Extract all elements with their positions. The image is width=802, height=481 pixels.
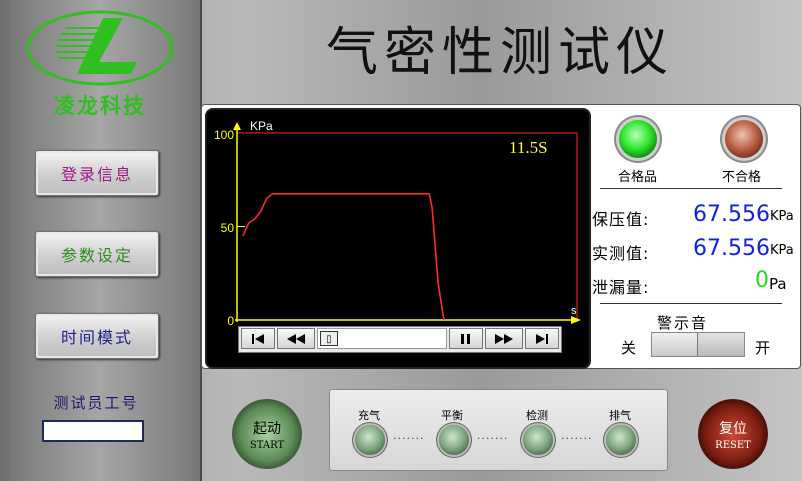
- fail-indicator-lamp: [725, 120, 763, 158]
- timeline-thumb[interactable]: ▯: [320, 331, 338, 346]
- start-label-cn: 起动: [253, 420, 281, 437]
- stage-lamp-exhaust: [606, 425, 636, 455]
- skip-back-icon: [252, 333, 264, 344]
- timeline-slider[interactable]: ▯: [317, 328, 447, 349]
- fast-forward-button[interactable]: [485, 328, 523, 349]
- alarm-on-label: 开: [755, 339, 771, 357]
- stage-lamp-detect: [523, 425, 553, 455]
- stage-label-balance: 平衡: [441, 409, 463, 422]
- fail-label: 不合格: [722, 170, 762, 185]
- pass-indicator-lamp: [619, 120, 657, 158]
- login-info-button[interactable]: 登录信息: [35, 150, 159, 196]
- start-button[interactable]: 起动 START: [232, 399, 302, 469]
- alarm-toggle-switch[interactable]: [651, 332, 745, 357]
- reset-label-en: RESET: [715, 439, 751, 451]
- measured-label: 实测值:: [592, 244, 650, 263]
- param-settings-button[interactable]: 参数设定: [35, 231, 159, 277]
- reset-label-cn: 复位: [719, 420, 747, 437]
- hold-pressure-label: 保压值:: [592, 210, 650, 229]
- playback-controls: ▯: [238, 326, 562, 353]
- sidebar: 凌龙科技 登录信息 参数设定 时间模式 测试员工号: [0, 0, 202, 481]
- y-axis-arrow: [233, 122, 241, 130]
- y-tick-label: 0: [227, 314, 234, 328]
- y-tick-label: 100: [214, 128, 234, 142]
- rewind-icon: [287, 333, 305, 344]
- x-unit-label: s: [571, 305, 577, 317]
- alarm-off-label: 关: [621, 339, 637, 357]
- fast-forward-icon: [495, 333, 513, 344]
- company-name: 凌龙科技: [54, 94, 146, 118]
- skip-forward-icon: [536, 333, 548, 344]
- measured-value: 67.556: [693, 236, 770, 261]
- start-label-en: START: [249, 439, 285, 451]
- y-unit-label: KPa: [250, 119, 273, 133]
- stage-label-exhaust: 排气: [609, 409, 631, 422]
- pass-label: 合格品: [618, 170, 658, 185]
- stage-label-fill: 充气: [358, 409, 380, 422]
- pause-button[interactable]: [449, 328, 483, 349]
- alarm-sound-title: 警示音: [657, 314, 709, 332]
- stage-connector: ·······: [561, 432, 593, 445]
- measured-unit: KPa: [770, 243, 794, 258]
- operator-id-label: 测试员工号: [53, 394, 139, 412]
- reset-button[interactable]: 复位 RESET: [698, 399, 768, 469]
- time-mode-button[interactable]: 时间模式: [35, 313, 159, 359]
- leak-amount-unit: Pa: [769, 275, 787, 293]
- pressure-series-line: [242, 192, 445, 321]
- stage-lamp-fill: [355, 425, 385, 455]
- stage-connector: ·······: [393, 432, 425, 445]
- leak-amount-label: 泄漏量:: [592, 278, 650, 297]
- company-logo: [26, 10, 174, 86]
- hold-pressure-unit: KPa: [770, 209, 794, 224]
- pause-icon: [461, 333, 470, 344]
- y-tick-label: 50: [221, 221, 235, 235]
- divider: [600, 303, 782, 304]
- hold-pressure-value: 67.556: [693, 202, 770, 227]
- rewind-button[interactable]: [277, 328, 315, 349]
- skip-back-button[interactable]: [241, 328, 275, 349]
- plot-border: [236, 132, 578, 321]
- stage-label-detect: 检测: [526, 409, 548, 422]
- page-title: 气密性测试仪: [325, 23, 674, 83]
- alarm-toggle-knob[interactable]: [697, 333, 744, 356]
- operator-id-input[interactable]: [42, 420, 144, 442]
- elapsed-time: 11.5S: [509, 138, 548, 157]
- stage-lamp-balance: [439, 425, 469, 455]
- pressure-chart: KPa s 11.5S 100 50 0: [214, 119, 581, 328]
- leak-amount-value: 0: [755, 268, 769, 293]
- x-axis-arrow: [571, 316, 581, 324]
- stage-connector: ·······: [477, 432, 509, 445]
- skip-forward-button[interactable]: [525, 328, 559, 349]
- divider: [600, 188, 782, 189]
